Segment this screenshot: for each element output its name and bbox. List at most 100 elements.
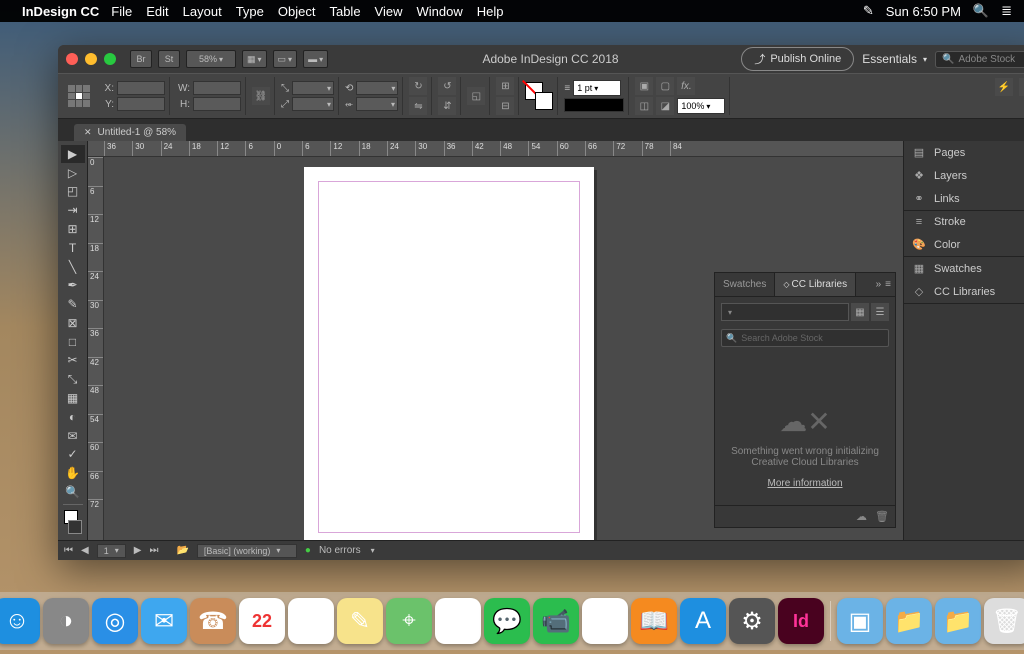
reference-point-selector[interactable] xyxy=(68,85,90,107)
fit-frame-icon-3[interactable]: ◫ xyxy=(635,97,653,115)
zoom-level-dropdown[interactable]: 58% xyxy=(186,50,236,68)
rotate-ccw-icon[interactable]: ↺ xyxy=(438,77,456,95)
menu-extras-icon[interactable]: ≣ xyxy=(1001,3,1012,19)
dock-item-photos[interactable]: ✿ xyxy=(435,598,481,644)
note-tool[interactable]: ✉ xyxy=(61,427,85,445)
stroke-style-dropdown[interactable] xyxy=(564,98,624,112)
more-information-link[interactable]: More information xyxy=(731,478,879,489)
document-tab[interactable]: ✕ Untitled-1 @ 58% xyxy=(74,124,186,141)
hand-tool[interactable]: ✋ xyxy=(61,464,85,482)
fill-stroke-swatch[interactable] xyxy=(525,82,553,110)
library-dropdown[interactable] xyxy=(721,303,849,321)
page-number-field[interactable]: 1 xyxy=(97,544,126,558)
dock-item-sysprefs[interactable]: ⚙ xyxy=(729,598,775,644)
dock-item-messages[interactable]: 💬 xyxy=(484,598,530,644)
zoom-window-button[interactable] xyxy=(104,53,116,65)
dock-item-itunes[interactable]: ♫ xyxy=(582,598,628,644)
select-prev-icon[interactable]: ⊟ xyxy=(496,97,514,115)
page-nav-next[interactable]: ▶ xyxy=(134,545,142,556)
menu-window[interactable]: Window xyxy=(417,4,463,19)
document-page[interactable] xyxy=(304,167,594,540)
dock-item-indesign[interactable]: Id xyxy=(778,598,824,644)
close-tab-icon[interactable]: ✕ xyxy=(84,127,92,138)
fit-frame-icon-4[interactable]: ◪ xyxy=(656,97,674,115)
gradient-feather-tool[interactable]: ◐ xyxy=(61,408,85,426)
dock-item-contacts[interactable]: ☎ xyxy=(190,598,236,644)
free-transform-tool[interactable]: ⤡ xyxy=(61,370,85,388)
dock-item-facetime[interactable]: 📹 xyxy=(533,598,579,644)
flip-h-icon[interactable]: ⇋ xyxy=(409,97,427,115)
dock-item-trash[interactable]: 🗑 xyxy=(984,598,1024,644)
h-field[interactable] xyxy=(193,97,241,111)
close-window-button[interactable] xyxy=(66,53,78,65)
dock-item-mail[interactable]: ✉ xyxy=(141,598,187,644)
preflight-status-icon[interactable]: ● xyxy=(305,545,311,556)
vertical-ruler[interactable]: 061218243036424854606672 xyxy=(88,157,104,540)
constrain-proportions-icon[interactable]: ⛓ xyxy=(252,87,270,105)
view-options-dropdown[interactable]: ▦ xyxy=(242,50,267,68)
rotate-cw-icon[interactable]: ↻ xyxy=(409,77,427,95)
menu-table[interactable]: Table xyxy=(329,4,360,19)
fit-frame-icon-2[interactable]: ▢ xyxy=(656,77,674,95)
panel-menu-icon[interactable]: ⚙ xyxy=(1019,78,1024,96)
app-name[interactable]: InDesign CC xyxy=(22,4,99,19)
dock-item-notes[interactable]: ✎ xyxy=(337,598,383,644)
page-nav-prev2[interactable]: ⏮ xyxy=(64,545,73,556)
page-tool[interactable]: ◰ xyxy=(61,183,85,201)
dock-item-appstore[interactable]: A xyxy=(680,598,726,644)
collapse-panel-icon[interactable]: » xyxy=(876,279,882,290)
eyedropper-tool[interactable]: ✓ xyxy=(61,446,85,464)
panel-layers[interactable]: ❖Layers xyxy=(904,164,1024,187)
shear-field[interactable] xyxy=(356,97,398,111)
page-nav-next2[interactable]: ⏭ xyxy=(149,545,158,556)
minimize-window-button[interactable] xyxy=(85,53,97,65)
panel-cc-libraries[interactable]: ◇CC Libraries xyxy=(904,280,1024,303)
gradient-swatch-tool[interactable]: ▦ xyxy=(61,389,85,407)
line-tool[interactable]: ╲ xyxy=(61,258,85,276)
y-field[interactable] xyxy=(117,97,165,111)
dock-item-downloads[interactable]: 📁 xyxy=(935,598,981,644)
menu-file[interactable]: File xyxy=(111,4,132,19)
grid-view-icon[interactable]: ▦ xyxy=(851,303,869,321)
menu-object[interactable]: Object xyxy=(278,4,316,19)
cloud-sync-icon[interactable]: ☁ xyxy=(856,510,867,523)
page-nav-prev[interactable]: ◀ xyxy=(81,545,89,556)
menu-layout[interactable]: Layout xyxy=(183,4,222,19)
bridge-button[interactable]: Br xyxy=(130,50,152,68)
screen-mode-dropdown[interactable]: ▭ xyxy=(273,50,298,68)
trash-icon[interactable]: 🗑 xyxy=(875,510,889,523)
menu-view[interactable]: View xyxy=(375,4,403,19)
pen-tool[interactable]: ✒ xyxy=(61,276,85,294)
dock-item-reminders[interactable]: ☰ xyxy=(288,598,334,644)
paragraph-style-field[interactable]: [Basic] (working) xyxy=(197,544,297,558)
opacity-field[interactable]: 100% xyxy=(677,98,725,114)
stroke-weight-field[interactable]: 1 pt xyxy=(573,80,621,96)
fit-frame-icon-1[interactable]: ▣ xyxy=(635,77,653,95)
flip-v-icon[interactable]: ⇵ xyxy=(438,97,456,115)
scale-x-field[interactable] xyxy=(292,81,334,95)
menu-help[interactable]: Help xyxy=(477,4,504,19)
horizontal-ruler[interactable]: 363024181260612182430364248546066727884 xyxy=(88,141,903,157)
panel-color[interactable]: 🎨Color xyxy=(904,233,1024,256)
publish-online-button[interactable]: ⤴ Publish Online xyxy=(741,47,854,71)
direct-selection-tool[interactable]: ▷ xyxy=(61,164,85,182)
dock-item-apps[interactable]: ▣ xyxy=(837,598,883,644)
menu-edit[interactable]: Edit xyxy=(146,4,168,19)
x-field[interactable] xyxy=(117,81,165,95)
dock-item-finder[interactable]: ☺ xyxy=(0,598,40,644)
type-tool[interactable]: T xyxy=(61,239,85,257)
adobe-stock-search[interactable]: 🔍 Adobe Stock xyxy=(935,51,1024,68)
zoom-tool[interactable]: 🔍 xyxy=(61,483,85,501)
rectangle-frame-tool[interactable]: ⊠ xyxy=(61,314,85,332)
content-collector-tool[interactable]: ⊞ xyxy=(61,220,85,238)
menu-type[interactable]: Type xyxy=(236,4,264,19)
library-search[interactable]: 🔍 Search Adobe Stock xyxy=(721,329,889,347)
dock-item-safari[interactable]: ◎ xyxy=(92,598,138,644)
stock-button[interactable]: St xyxy=(158,50,180,68)
dock-item-maps[interactable]: ⌖ xyxy=(386,598,432,644)
gap-tool[interactable]: ⇥ xyxy=(61,201,85,219)
pencil-tool[interactable]: ✎ xyxy=(61,295,85,313)
swatches-panel-tab[interactable]: Swatches xyxy=(715,273,775,296)
panel-links[interactable]: ⚭Links xyxy=(904,187,1024,210)
gpu-icon[interactable]: ⚡ xyxy=(995,78,1013,96)
